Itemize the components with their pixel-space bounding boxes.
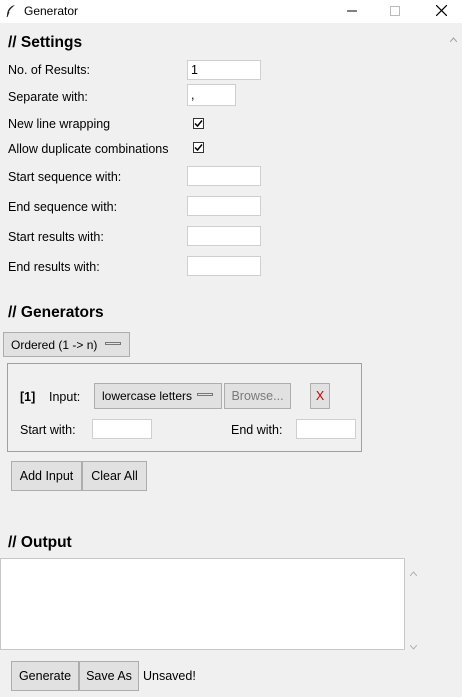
output-scrollbar[interactable] — [405, 558, 423, 650]
start-results-label: Start results with: — [8, 230, 104, 244]
feather-icon — [4, 4, 18, 18]
input-type-value: lowercase letters — [102, 389, 193, 403]
start-sequence-label: Start sequence with: — [8, 170, 122, 184]
settings-heading: // Settings — [8, 34, 83, 51]
checkmark-icon — [194, 117, 203, 131]
scroll-down-icon[interactable] — [409, 639, 418, 653]
window-title: Generator — [24, 4, 79, 18]
end-results-input[interactable] — [187, 256, 261, 276]
output-textarea[interactable] — [0, 558, 405, 650]
scroll-up-icon[interactable] — [449, 31, 458, 45]
close-icon — [435, 4, 447, 19]
save-as-button[interactable]: Save As — [79, 661, 139, 691]
remove-input-button[interactable]: X — [310, 383, 330, 409]
minimize-icon — [347, 5, 357, 19]
newline-wrapping-checkbox[interactable] — [193, 118, 204, 129]
end-with-label: End with: — [231, 423, 283, 437]
end-sequence-label: End sequence with: — [8, 200, 118, 214]
scroll-up-icon[interactable] — [409, 565, 418, 579]
add-input-button[interactable]: Add Input — [11, 461, 82, 491]
num-results-label: No. of Results: — [8, 63, 90, 77]
input-type-dropdown[interactable]: lowercase letters — [94, 383, 222, 409]
browse-button[interactable]: Browse... — [224, 383, 291, 409]
start-with-label: Start with: — [20, 423, 76, 437]
dropdown-indicator-icon — [105, 342, 121, 345]
end-sequence-input[interactable] — [187, 196, 261, 216]
num-results-input[interactable] — [187, 60, 261, 80]
generator-mode-value: Ordered (1 -> n) — [11, 337, 98, 352]
checkmark-icon — [194, 141, 203, 155]
end-with-input[interactable] — [296, 419, 356, 439]
minimize-button[interactable] — [329, 0, 375, 23]
window-scrollbar[interactable] — [444, 23, 462, 697]
separate-with-label: Separate with: — [8, 90, 88, 104]
generator-mode-dropdown[interactable]: Ordered (1 -> n) — [3, 332, 130, 357]
output-heading: // Output — [8, 534, 72, 551]
generator-index: [1] — [20, 390, 36, 404]
maximize-icon — [390, 5, 400, 19]
start-sequence-input[interactable] — [187, 166, 261, 186]
dropdown-indicator-icon — [197, 393, 213, 396]
close-button[interactable] — [418, 0, 462, 23]
start-with-input[interactable] — [92, 419, 152, 439]
save-status: Unsaved! — [143, 669, 196, 683]
clear-all-button[interactable]: Clear All — [82, 461, 147, 491]
generate-button[interactable]: Generate — [11, 661, 79, 691]
allow-duplicates-label: Allow duplicate combinations — [8, 142, 169, 156]
generators-heading: // Generators — [8, 304, 104, 321]
maximize-button[interactable] — [372, 0, 418, 23]
allow-duplicates-checkbox[interactable] — [193, 142, 204, 153]
start-results-input[interactable] — [187, 226, 261, 246]
end-results-label: End results with: — [8, 260, 100, 274]
title-bar: Generator — [0, 0, 462, 23]
newline-wrapping-label: New line wrapping — [8, 117, 111, 131]
separate-with-input[interactable] — [187, 84, 236, 106]
input-label: Input: — [49, 390, 81, 404]
